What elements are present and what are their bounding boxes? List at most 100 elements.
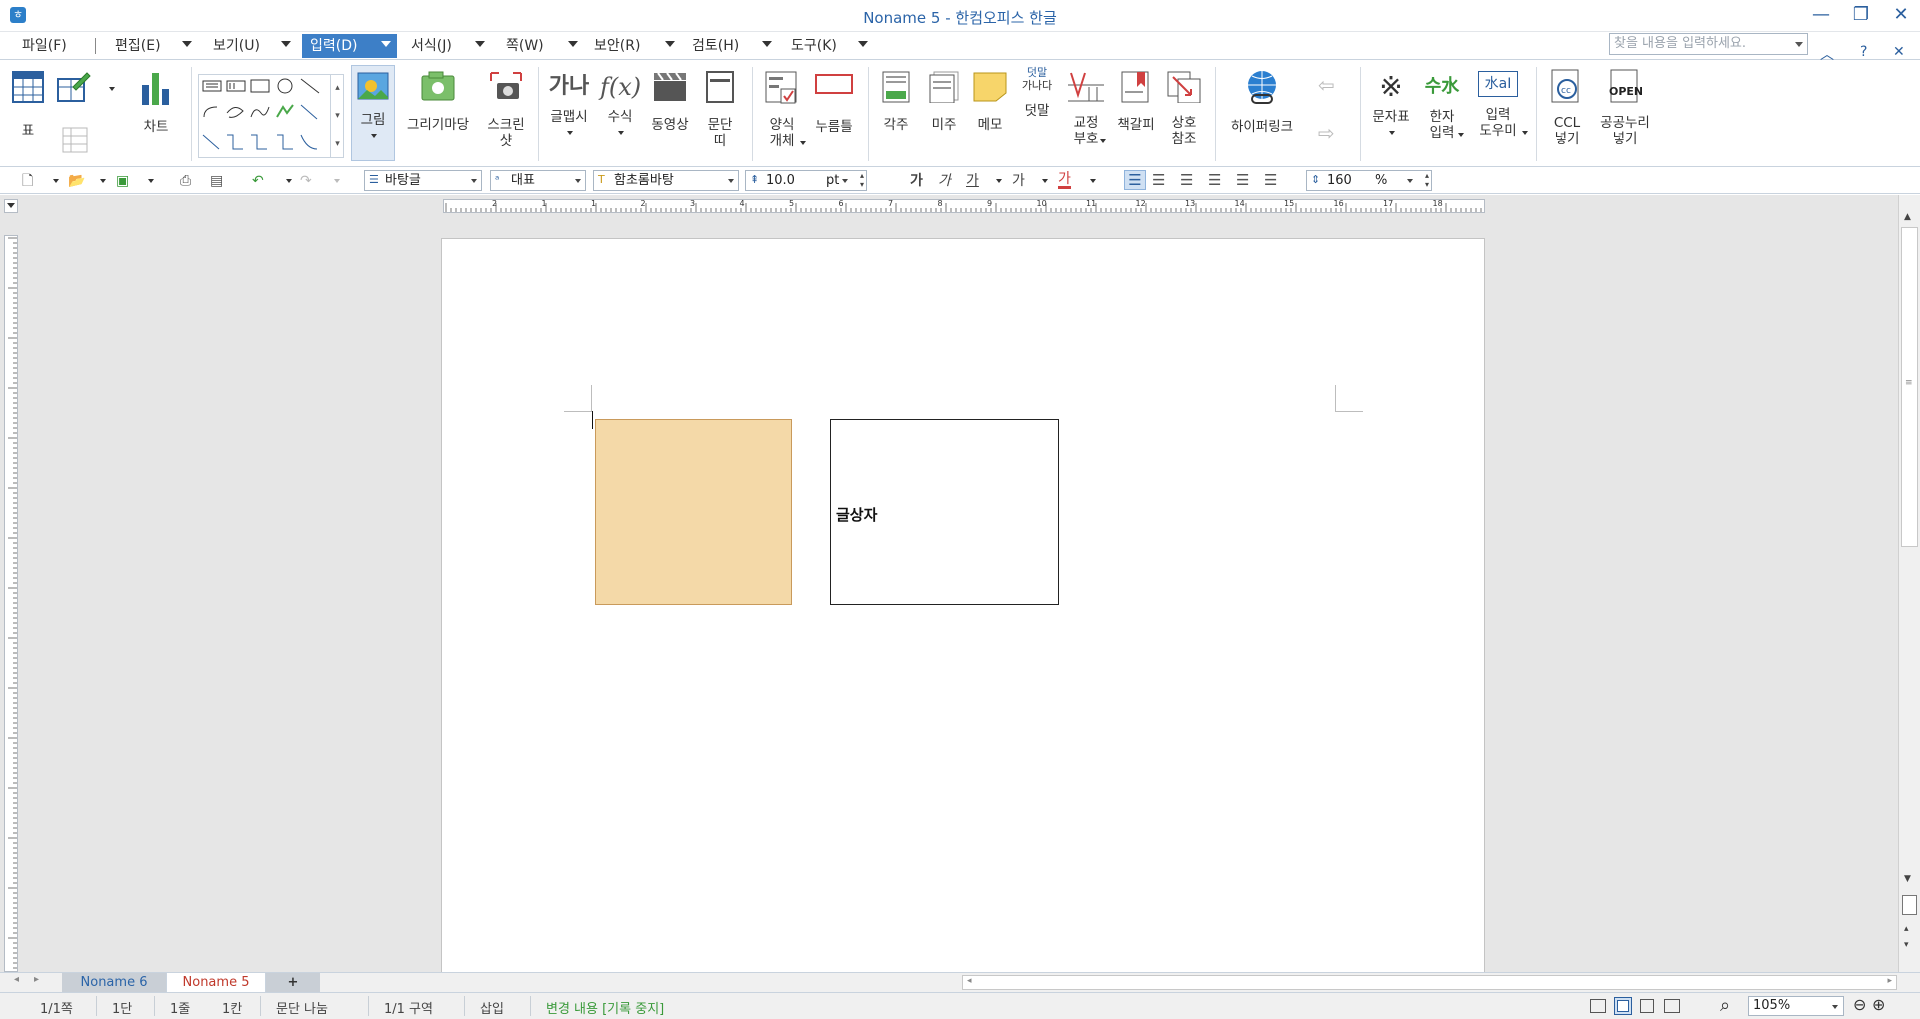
paragraph-band-button[interactable]: 문단 띠 bbox=[700, 71, 740, 149]
table-draw-button[interactable] bbox=[56, 71, 92, 107]
line-spacing-stepper[interactable]: ▴ ▾ bbox=[1425, 171, 1429, 189]
hanja-input-button[interactable]: 수水 한자 입력 bbox=[1420, 71, 1464, 141]
page-nav-buttons[interactable]: ▴ ▾ bbox=[1904, 921, 1909, 953]
drawing-gallery-button[interactable]: 그리기마당 bbox=[400, 71, 476, 133]
scroll-thumb[interactable]: ≡ bbox=[1901, 227, 1918, 547]
page-view-toggle[interactable] bbox=[1902, 895, 1917, 915]
text-box-content[interactable]: 글상자 bbox=[836, 504, 877, 525]
zoom-in-icon[interactable]: ⊕ bbox=[1872, 995, 1885, 1014]
word-art-button[interactable]: 가나 글맵시 bbox=[546, 71, 592, 141]
web-view-icon[interactable] bbox=[1664, 999, 1680, 1013]
menu-security[interactable]: 보안(R) bbox=[586, 34, 648, 58]
scroll-left-icon[interactable]: ◂ bbox=[967, 976, 972, 986]
menu-format[interactable]: 서식(J) bbox=[403, 34, 460, 58]
search-input[interactable]: 찾을 내용을 입력하세요. bbox=[1609, 33, 1808, 55]
memo-button[interactable]: 메모 bbox=[970, 71, 1010, 133]
footnote-button[interactable]: 각주 bbox=[876, 71, 916, 133]
vertical-scrollbar[interactable]: ▲ ≡ ▼ ▴ ▾ bbox=[1898, 195, 1920, 972]
distribute-icon[interactable]: ☰ bbox=[1236, 171, 1249, 189]
chevron-down-icon[interactable] bbox=[286, 179, 292, 183]
close-doc-icon[interactable]: ✕ bbox=[1893, 44, 1905, 60]
chevron-down-icon[interactable] bbox=[109, 87, 115, 91]
horizontal-ruler[interactable]: 2 1 1 2 3 4 5 6 7 8 9 10 11 12 13 14 15 16 17 18 bbox=[443, 199, 1485, 213]
normal-view-icon[interactable] bbox=[1590, 999, 1606, 1013]
style-select[interactable]: ☰ 바탕글 bbox=[364, 170, 482, 191]
tab-nav-prev-icon[interactable]: ▸ bbox=[34, 974, 39, 985]
chevron-down-icon[interactable] bbox=[1795, 42, 1803, 47]
restore-icon[interactable]: ❐ bbox=[1852, 4, 1870, 26]
chevron-down-icon[interactable] bbox=[762, 41, 772, 47]
click-here-button[interactable]: 누름틀 bbox=[810, 71, 858, 135]
menu-view[interactable]: 보기(U) bbox=[205, 34, 268, 58]
endnote-button[interactable]: 미주 bbox=[924, 71, 964, 133]
tab-noname-5[interactable]: Noname 5 bbox=[166, 973, 266, 993]
horizontal-scrollbar[interactable]: ◂ ▸ bbox=[962, 975, 1897, 990]
chevron-down-icon[interactable] bbox=[996, 179, 1002, 183]
chevron-down-icon[interactable] bbox=[100, 179, 106, 183]
chevron-down-icon[interactable] bbox=[1090, 179, 1096, 183]
status-track-changes[interactable]: 변경 내용 [기록 중지] bbox=[546, 998, 664, 1017]
shapes-gallery[interactable] bbox=[198, 74, 344, 158]
proof-mark-button[interactable]: 교정 부호 bbox=[1064, 71, 1108, 147]
cross-reference-button[interactable]: 상호 참조 bbox=[1164, 71, 1204, 147]
new-document-icon[interactable]: 🗋 bbox=[22, 171, 33, 191]
undo-icon[interactable]: ↶ bbox=[252, 171, 264, 191]
status-insert-mode[interactable]: 삽입 bbox=[480, 998, 504, 1017]
table-format-button[interactable] bbox=[61, 127, 89, 157]
underline-button[interactable]: 가 bbox=[966, 171, 979, 191]
hyperlink-button[interactable]: 하이퍼링크 bbox=[1222, 69, 1302, 135]
status-page[interactable]: 1/1쪽 bbox=[40, 998, 73, 1017]
menu-review[interactable]: 검토(H) bbox=[684, 34, 747, 58]
font-size-input[interactable]: ⇞ 10.0 pt ▴ ▾ bbox=[745, 170, 867, 191]
formula-button[interactable]: f(x) 수식 bbox=[600, 71, 641, 141]
save-icon[interactable]: ▣ bbox=[116, 171, 129, 191]
align-left-icon[interactable]: ☰ bbox=[1152, 171, 1165, 189]
scroll-right-icon[interactable]: ▸ bbox=[1887, 976, 1892, 986]
text-box[interactable]: 글상자 bbox=[830, 419, 1059, 605]
add-tab-button[interactable]: + bbox=[266, 973, 320, 993]
chevron-down-icon[interactable] bbox=[665, 41, 675, 47]
ruler-corner-button[interactable] bbox=[4, 199, 18, 213]
video-button[interactable]: 동영상 bbox=[646, 71, 694, 133]
line-spacing-input[interactable]: ⇕ 160 % ▴ ▾ bbox=[1306, 170, 1432, 191]
picture-button[interactable]: 그림 bbox=[351, 65, 395, 161]
open-folder-icon[interactable]: 📂 bbox=[68, 171, 85, 191]
document-page[interactable]: 글상자 bbox=[441, 238, 1485, 972]
vertical-ruler[interactable] bbox=[4, 235, 18, 972]
chevron-down-icon[interactable] bbox=[1042, 179, 1048, 183]
bold-button[interactable]: 가 bbox=[910, 171, 923, 191]
gallery-scroll[interactable]: ▴ ▾ ▾ bbox=[330, 74, 344, 158]
form-object-button[interactable]: 양식 개체 bbox=[760, 71, 806, 149]
scroll-up-icon[interactable]: ▲ bbox=[1904, 212, 1911, 222]
strike-button[interactable]: 가 bbox=[1012, 171, 1025, 191]
justify-icon[interactable]: ☰ bbox=[1124, 170, 1146, 190]
page-view-icon[interactable] bbox=[1614, 997, 1632, 1015]
help-icon[interactable]: ? bbox=[1860, 44, 1867, 60]
zoom-icon[interactable]: ⌕ bbox=[1720, 995, 1730, 1016]
kogl-insert-button[interactable]: OPEN 공공누리 넣기 bbox=[1592, 69, 1658, 147]
chevron-down-icon[interactable] bbox=[381, 41, 391, 47]
font-size-stepper[interactable]: ▴ ▾ bbox=[860, 171, 864, 189]
chevron-down-icon[interactable] bbox=[53, 179, 59, 183]
chevron-down-icon[interactable] bbox=[148, 179, 154, 183]
menu-edit[interactable]: 편집(E) bbox=[107, 34, 169, 58]
rectangle-shape[interactable] bbox=[595, 419, 792, 605]
chart-button[interactable]: 차트 bbox=[136, 71, 176, 135]
divide-icon[interactable]: ☰ bbox=[1264, 171, 1277, 189]
redo-icon[interactable]: ↷ bbox=[300, 171, 312, 191]
bookmark-button[interactable]: 책갈피 bbox=[1112, 71, 1160, 133]
chevron-down-icon[interactable] bbox=[182, 41, 192, 47]
menu-tools[interactable]: 도구(K) bbox=[783, 34, 845, 58]
menu-page[interactable]: 쪽(W) bbox=[498, 34, 552, 58]
back-arrow-icon[interactable]: ⇦ bbox=[1318, 73, 1335, 97]
chevron-down-icon[interactable] bbox=[281, 41, 291, 47]
zoom-select[interactable]: 105% bbox=[1748, 996, 1844, 1016]
outline-view-icon[interactable] bbox=[1640, 999, 1654, 1013]
tab-nav-first-icon[interactable]: ◂ bbox=[14, 974, 19, 985]
menu-file[interactable]: 파일(F) bbox=[14, 34, 75, 58]
table-button[interactable]: 표 bbox=[10, 71, 46, 139]
font-color-button[interactable]: 가 bbox=[1058, 171, 1071, 189]
chevron-down-icon[interactable] bbox=[475, 41, 485, 47]
scroll-down-icon[interactable]: ▼ bbox=[1904, 874, 1911, 884]
italic-button[interactable]: 가 bbox=[938, 171, 951, 191]
